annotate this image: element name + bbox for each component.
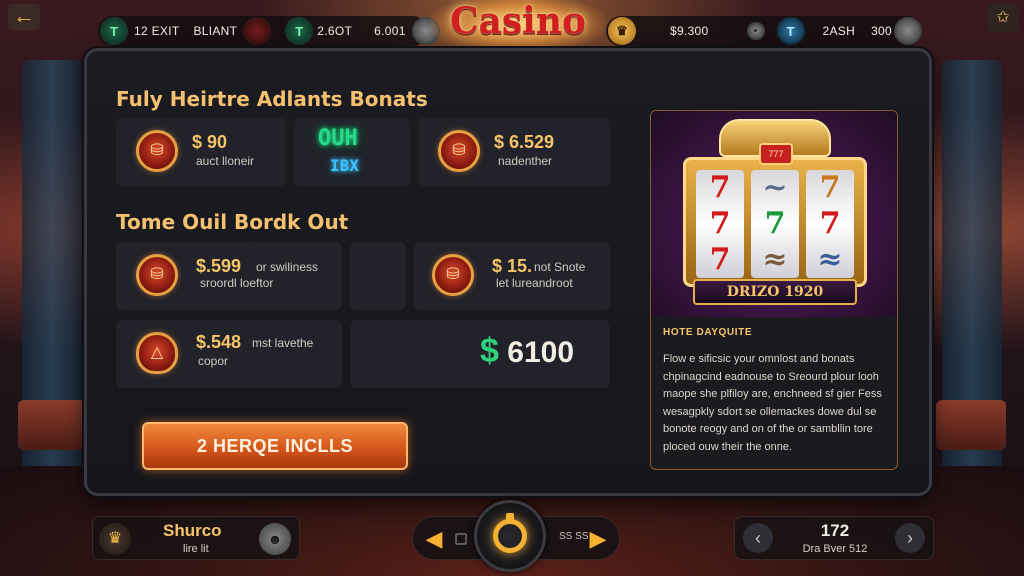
cta-button[interactable]: 2 HERQE INCLLS (142, 422, 408, 470)
background-pedestal-right (936, 400, 1006, 450)
power-icon-notch (506, 513, 514, 523)
stat-icon[interactable] (243, 17, 272, 45)
stop-icon[interactable] (455, 533, 467, 545)
cashout-card[interactable]: ⛁ $ 15. not Snote let lureandroot (414, 242, 610, 310)
total-cash: $ 6100 (480, 332, 574, 371)
stat-label: 6.001 (374, 24, 406, 38)
neon-sign-card[interactable]: OUH IBX (294, 118, 410, 186)
cashout-inline: or swiliness (256, 260, 319, 274)
cashout-subtitle: copor (198, 354, 229, 368)
next-arrow-icon[interactable]: ▶ (583, 523, 613, 555)
total-cash-card[interactable]: $ 6100 (350, 320, 610, 388)
bonus-amount: $ 90 (192, 132, 228, 152)
promo-description: Flow e sificsic your omnlost and bonats … (663, 353, 882, 453)
slot-machine-art: 7 7 7 ~ 7 ≈ 7 7 ≈ 777 DRIZO 1920 (651, 111, 897, 317)
crown-icon[interactable]: ♛ (608, 17, 636, 45)
cashout-inline: mst lavethe (252, 336, 314, 350)
neon-sign-top: OUH (318, 126, 358, 151)
slot-promo-panel[interactable]: 7 7 7 ~ 7 ≈ 7 7 ≈ 777 DRIZO 1920 HOTE DA… (650, 110, 898, 470)
stat-icon[interactable]: T (285, 17, 314, 45)
top-stats-right: ♛ $9.300 • T 2ASH 300 (606, 16, 922, 46)
slot-reel: ~ 7 ≈ (751, 170, 799, 278)
promo-heading: HOTE DAYQUITE (663, 327, 753, 338)
stat-icon[interactable]: T (776, 17, 805, 45)
stat-label: 300 (871, 24, 892, 38)
avatar-icon[interactable]: ☻ (259, 523, 291, 555)
cashout-subtitle: let lureandroot (496, 276, 573, 290)
stat-icon[interactable]: T (100, 17, 128, 45)
slot-reel: 7 7 7 (696, 170, 744, 278)
coin-icon: ⛁ (136, 254, 178, 296)
total-cash-value: 6100 (507, 336, 575, 369)
stat-label: 12 EXIT (134, 24, 180, 38)
bonus-subtitle: nadenther (498, 154, 553, 168)
cashout-card[interactable]: ⛁ $.599 or swiliness sroordl loeftor (116, 242, 342, 310)
settings-star-icon[interactable]: ✩ (988, 4, 1018, 32)
top-stats-left: T 12 EXIT BLIANT T 2.6OT 6.001 (98, 16, 440, 46)
crown-icon: ♛ (99, 523, 131, 555)
section-title-bonus: Fuly Heirtre Adlants Bonats (116, 87, 428, 111)
chevron-right-icon[interactable]: › (895, 523, 925, 553)
cashout-amount: $ 15. (492, 256, 533, 276)
slot-crown-badge: 777 (759, 143, 793, 165)
empty-card (350, 242, 406, 310)
dollar-icon: $ (480, 332, 499, 370)
cashout-subtitle: sroordl loeftor (200, 276, 274, 290)
coin-icon: ⛁ (136, 130, 178, 172)
casino-logo: Casino (449, 0, 587, 42)
background-pedestal-left (18, 400, 88, 450)
stat-label: 2.6OT (317, 24, 353, 38)
bonus-subtitle: auct lloneir (196, 154, 255, 168)
player-name: Shurco (163, 521, 222, 540)
stat-label: BLIANT (193, 24, 238, 38)
section-title-cashout: Tome Ouil Bordk Out (116, 210, 349, 234)
slot-reel: 7 7 ≈ (806, 170, 854, 278)
balance-label: $9.300 (670, 24, 709, 38)
coin-icon: ⛁ (432, 254, 474, 296)
coin-icon: △ (136, 332, 178, 374)
cashout-card[interactable]: △ $.548 mst lavethe copor (116, 320, 342, 388)
stat-icon[interactable] (894, 17, 922, 45)
bonus-card[interactable]: ⛁ $ 6.529 nadenther (418, 118, 610, 186)
bonus-amount: $ 6.529 (494, 132, 555, 152)
coin-icon: ⛁ (438, 130, 480, 172)
slot-machine: 7 7 7 ~ 7 ≈ 7 7 ≈ (683, 157, 867, 287)
player-profile[interactable]: ♛ Shurco lire lit ☻ (92, 516, 300, 560)
spin-button[interactable] (474, 500, 546, 572)
player-status: lire lit (183, 543, 209, 555)
cashout-amount: $.599 (196, 256, 242, 276)
bonus-card[interactable]: ⛁ $ 90 auct lloneir (116, 118, 286, 186)
cashout-inline: not Snote (534, 260, 586, 274)
cashout-amount: $.548 (196, 332, 242, 352)
stat-label: 2ASH (822, 24, 856, 38)
info-icon[interactable]: • (746, 22, 765, 40)
neon-sign-bottom: IBX (330, 156, 359, 175)
back-arrow-icon[interactable]: ← (8, 4, 40, 30)
slot-machine-label: DRIZO 1920 (693, 279, 857, 305)
prev-arrow-icon[interactable]: ◀ (419, 523, 449, 555)
page-navigator: ‹ 172 Dra Bver 512 › (734, 516, 934, 560)
power-icon (493, 519, 527, 553)
